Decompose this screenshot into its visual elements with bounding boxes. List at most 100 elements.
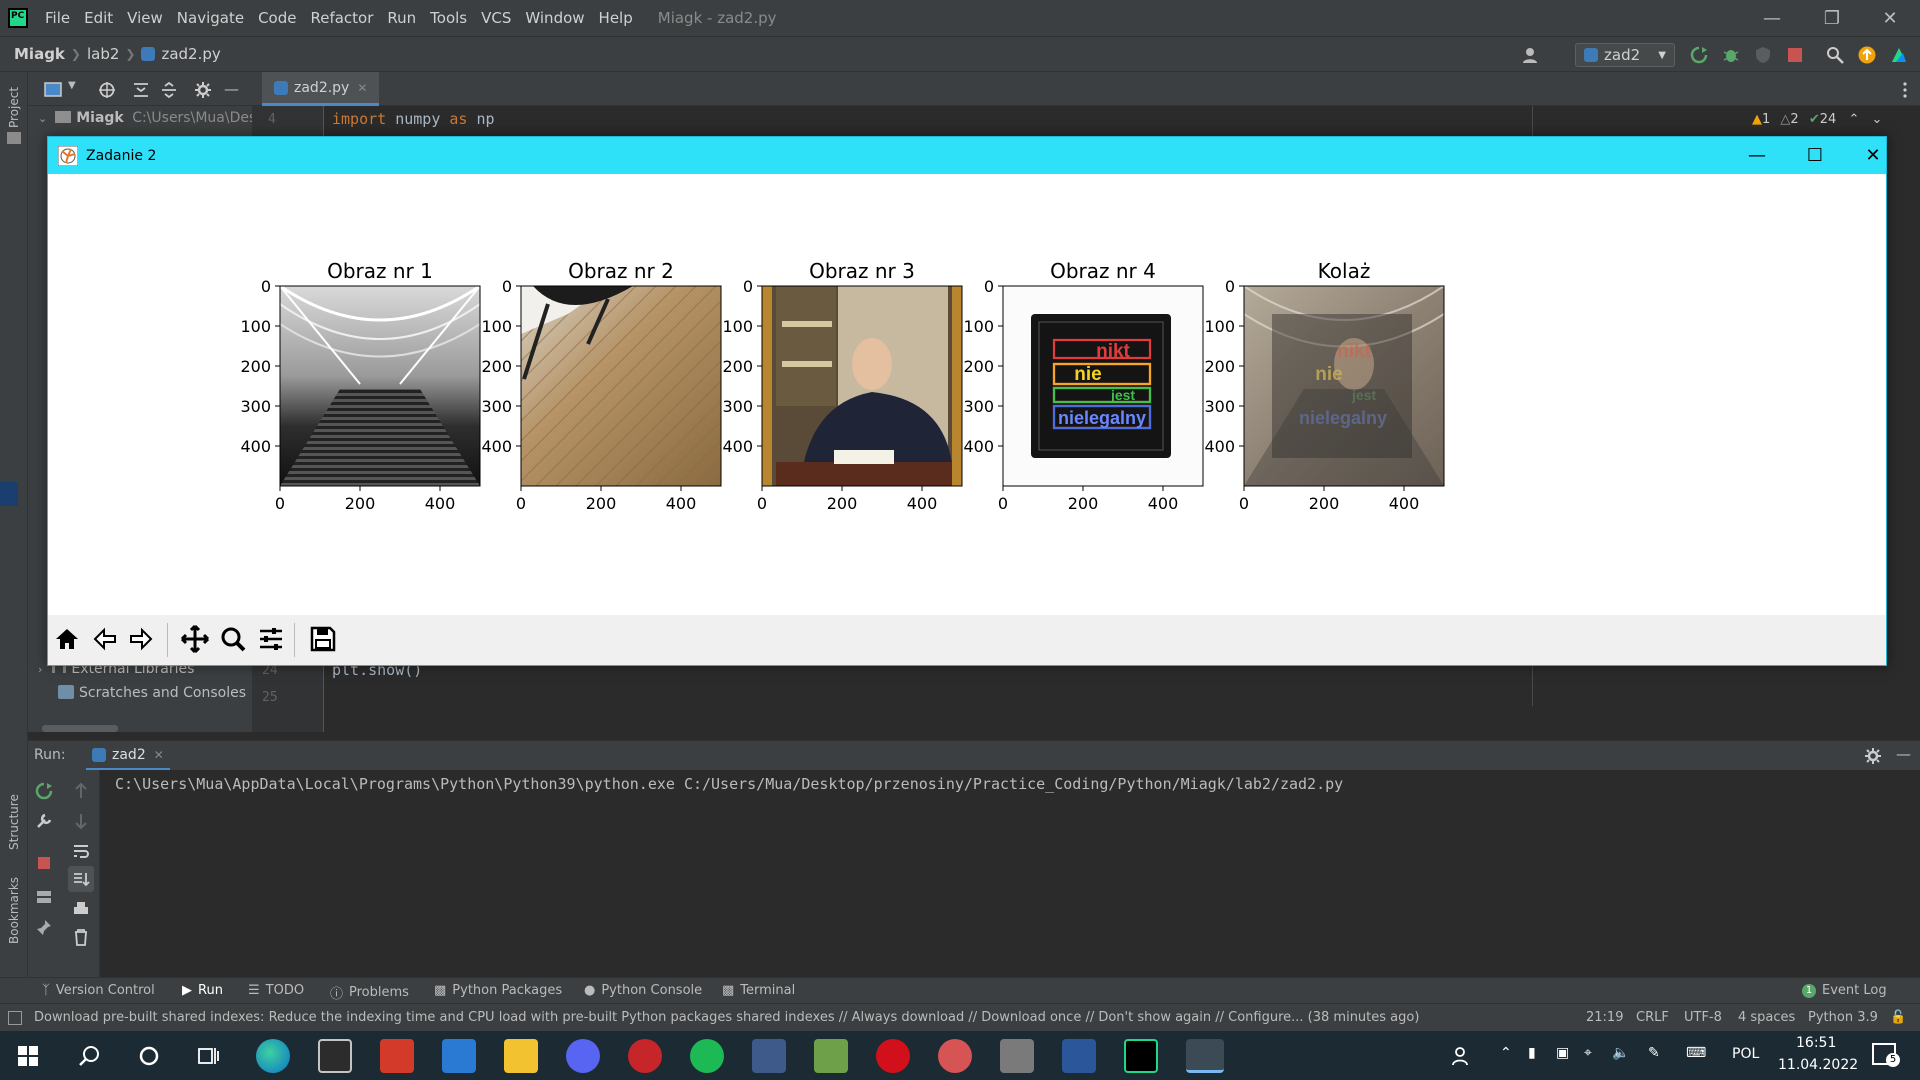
caret-position[interactable]: 21:19 xyxy=(1586,1010,1623,1025)
debug-icon[interactable] xyxy=(1722,46,1740,64)
tab-python-packages[interactable]: ▩ Python Packages xyxy=(434,983,562,998)
panel-toggle-icon[interactable] xyxy=(8,1011,22,1025)
menu-navigate[interactable]: Navigate xyxy=(170,9,251,27)
wrench-icon[interactable] xyxy=(35,812,53,830)
close-icon[interactable]: ✕ xyxy=(357,81,367,95)
locate-icon[interactable] xyxy=(98,81,116,99)
opera-icon[interactable] xyxy=(876,1039,910,1073)
hide-panel-icon[interactable]: — xyxy=(1896,745,1911,763)
collapse-all-icon[interactable] xyxy=(160,81,178,99)
keyboard-icon[interactable]: ⌨ xyxy=(1686,1045,1706,1061)
code-line-4[interactable]: import numpy as np xyxy=(332,110,495,128)
chevron-up-icon[interactable]: ⌃ xyxy=(1500,1045,1512,1061)
battery-icon[interactable]: ▮ xyxy=(1528,1045,1536,1061)
wifi-icon[interactable]: ⌖ xyxy=(1584,1045,1592,1061)
structure-tool-tab[interactable]: Structure xyxy=(7,794,21,850)
breadcrumb-project[interactable]: Miagk xyxy=(0,45,71,63)
tab-problems[interactable]: ⓘ Problems xyxy=(330,983,409,1002)
coverage-icon[interactable] xyxy=(1754,46,1772,64)
expand-all-icon[interactable] xyxy=(132,81,150,99)
update-icon[interactable] xyxy=(1858,46,1876,64)
line-separator[interactable]: CRLF xyxy=(1636,1010,1669,1025)
pycharm-icon[interactable] xyxy=(1124,1039,1158,1073)
chevron-down-icon[interactable]: ⌄ xyxy=(1871,112,1882,127)
camera-icon[interactable]: ▣ xyxy=(1556,1045,1569,1061)
close-icon[interactable]: ✕ xyxy=(1860,0,1920,36)
menu-vcs[interactable]: VCS xyxy=(474,9,518,27)
layout-icon[interactable] xyxy=(35,888,53,906)
tree-scratches[interactable]: Scratches and Consoles xyxy=(58,685,246,701)
menu-view[interactable]: View xyxy=(120,9,170,27)
devcpp-icon[interactable] xyxy=(752,1039,786,1073)
stop-icon[interactable] xyxy=(1786,46,1804,64)
word-icon[interactable] xyxy=(1062,1039,1096,1073)
menu-file[interactable]: File xyxy=(38,9,77,27)
minimize-icon[interactable]: — xyxy=(1742,0,1802,36)
discord-icon[interactable] xyxy=(566,1039,600,1073)
chevron-down-icon[interactable]: ▼ xyxy=(68,80,76,91)
run-configuration-select[interactable]: zad2 ▼ xyxy=(1575,43,1675,67)
zoom-icon[interactable] xyxy=(216,622,250,656)
clock-date[interactable]: 11.04.2022 xyxy=(1778,1057,1858,1073)
save-icon[interactable] xyxy=(306,622,340,656)
inspection-widget[interactable]: ▲1 △2 ✔24 ⌃ ⌄ xyxy=(1752,112,1882,127)
cortana-icon[interactable] xyxy=(138,1045,160,1067)
minimize-icon[interactable]: — xyxy=(1728,137,1786,174)
app-brain-icon[interactable] xyxy=(938,1039,972,1073)
volume-icon[interactable]: 🔈 xyxy=(1612,1045,1629,1061)
figure-canvas[interactable]: nikt nie jest nielegalny nikt nie jest n… xyxy=(48,174,1886,602)
pan-icon[interactable] xyxy=(178,622,212,656)
rerun-icon[interactable] xyxy=(1690,46,1708,64)
menu-refactor[interactable]: Refactor xyxy=(303,9,380,27)
edge-icon[interactable] xyxy=(256,1039,290,1073)
notepad-icon[interactable] xyxy=(814,1039,848,1073)
menu-code[interactable]: Code xyxy=(251,9,303,27)
inkscape-icon[interactable] xyxy=(1000,1039,1034,1073)
menu-window[interactable]: Window xyxy=(518,9,591,27)
horizontal-scrollbar[interactable] xyxy=(42,725,118,732)
print-icon[interactable] xyxy=(72,900,90,918)
scroll-to-end-toggle[interactable] xyxy=(68,866,94,892)
chevron-up-icon[interactable]: ⌃ xyxy=(1848,112,1859,127)
clock-time[interactable]: 16:51 xyxy=(1796,1035,1836,1051)
tab-event-log[interactable]: 1 Event Log xyxy=(1802,983,1887,998)
notifications-icon[interactable]: 5 xyxy=(1872,1043,1900,1067)
spotify-icon[interactable] xyxy=(690,1039,724,1073)
tree-root[interactable]: ⌄ Miagk C:\Users\Mua\Des xyxy=(38,110,256,126)
windows-start-icon[interactable] xyxy=(18,1046,38,1066)
rerun-icon[interactable] xyxy=(35,782,53,800)
lock-icon[interactable]: 🔓 xyxy=(1890,1010,1906,1025)
matplotlib-app-icon[interactable] xyxy=(1186,1039,1224,1073)
trash-icon[interactable] xyxy=(72,928,90,946)
app-red-icon[interactable] xyxy=(628,1039,662,1073)
gear-icon[interactable] xyxy=(194,81,212,99)
bookmarks-tool-tab[interactable]: Bookmarks xyxy=(7,877,21,944)
people-icon[interactable] xyxy=(1452,1046,1472,1066)
arrow-up-icon[interactable] xyxy=(72,782,90,800)
stop-icon[interactable] xyxy=(35,854,53,872)
project-view-icon[interactable] xyxy=(44,82,64,98)
more-icon[interactable] xyxy=(1902,81,1908,99)
gift-icon[interactable] xyxy=(380,1039,414,1073)
forward-arrow-icon[interactable] xyxy=(124,622,158,656)
pin-icon[interactable] xyxy=(35,918,53,936)
task-view-icon[interactable] xyxy=(198,1045,220,1067)
gear-icon[interactable] xyxy=(1864,747,1882,765)
python-interpreter[interactable]: Python 3.9 xyxy=(1808,1010,1878,1025)
user-icon[interactable] xyxy=(1522,46,1540,64)
close-icon[interactable]: ✕ xyxy=(1844,137,1902,174)
file-encoding[interactable]: UTF-8 xyxy=(1684,1010,1722,1025)
restore-icon[interactable]: ❐ xyxy=(1802,0,1862,36)
tab-python-console[interactable]: ● Python Console xyxy=(584,983,702,998)
breadcrumb-folder[interactable]: lab2 xyxy=(81,45,125,63)
arrow-down-icon[interactable] xyxy=(72,812,90,830)
indent-setting[interactable]: 4 spaces xyxy=(1738,1010,1795,1025)
pen-icon[interactable]: ✎ xyxy=(1648,1045,1660,1061)
menu-tools[interactable]: Tools xyxy=(423,9,474,27)
back-arrow-icon[interactable] xyxy=(88,622,122,656)
menu-help[interactable]: Help xyxy=(592,9,640,27)
jetbrains-icon[interactable] xyxy=(1890,46,1908,64)
tab-todo[interactable]: ☰ TODO xyxy=(248,983,304,998)
soft-wrap-icon[interactable] xyxy=(72,842,90,860)
run-console[interactable] xyxy=(28,770,1920,977)
